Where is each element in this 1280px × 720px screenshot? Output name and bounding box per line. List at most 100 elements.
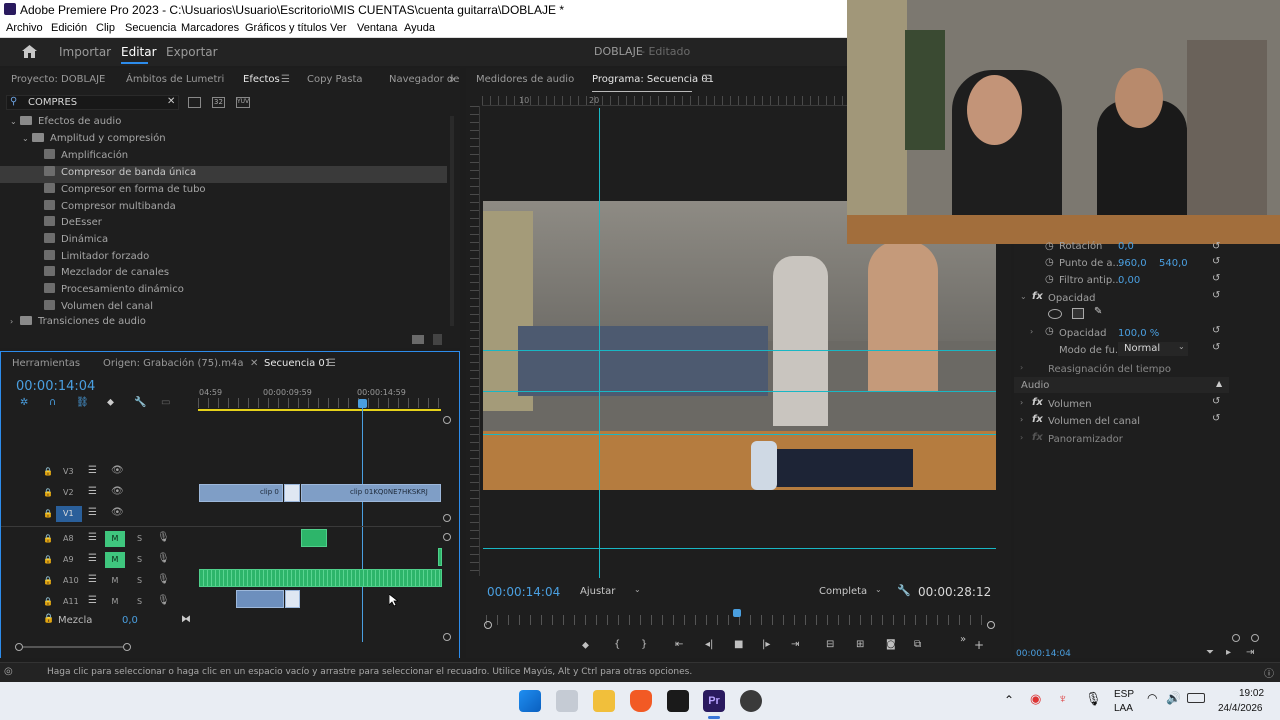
rectangle-mask-icon[interactable] <box>1072 308 1084 319</box>
audio-clip-a10[interactable] <box>199 569 442 587</box>
battery-icon[interactable] <box>1187 693 1205 703</box>
menu-secuencia[interactable]: Secuencia <box>125 22 176 34</box>
mute-button[interactable]: M <box>105 594 125 610</box>
audio-clip-a9[interactable] <box>438 548 442 566</box>
close-tab-icon[interactable]: ✕ <box>250 358 258 369</box>
keyboard-layout[interactable]: LAA <box>1114 703 1133 714</box>
ellipse-mask-icon[interactable] <box>1048 309 1062 319</box>
mix-value[interactable]: 0,0 <box>122 615 138 626</box>
lift-icon[interactable]: ⊟ <box>826 639 834 650</box>
tray-app-icon-2[interactable]: ♆ <box>1058 691 1068 706</box>
audio-clip-a11-b[interactable] <box>285 590 300 608</box>
effects-tree-item[interactable]: Procesamiento dinámico <box>0 283 447 300</box>
task-view-icon[interactable] <box>556 690 578 712</box>
reset-opacity-icon[interactable]: ↺ <box>1212 325 1220 336</box>
anchor-y-value[interactable]: 540,0 <box>1159 258 1188 269</box>
effects-tree-item[interactable]: Limitador forzado <box>0 249 447 267</box>
stopwatch-antiflicker-icon[interactable]: ◷ <box>1045 274 1054 285</box>
wifi-icon[interactable]: ◠ <box>1147 691 1157 705</box>
sequence-menu-icon[interactable]: ☰ <box>327 358 336 369</box>
reset-channel-volume-icon[interactable]: ↺ <box>1212 413 1220 424</box>
ec-scroll-circle-2[interactable] <box>1251 634 1259 642</box>
tab-copy-pasta[interactable]: Copy Pasta <box>307 74 363 85</box>
clock-time[interactable]: 19:02 <box>1239 688 1264 699</box>
scrubber-playhead-marker[interactable] <box>733 609 741 617</box>
effects-tree-item[interactable]: Compresor de banda única <box>0 166 447 184</box>
tab-audio-meters[interactable]: Medidores de audio <box>476 74 574 85</box>
antiflicker-value[interactable]: 0,00 <box>1118 275 1140 286</box>
info-icon[interactable]: ⓘ <box>1264 665 1274 680</box>
stopwatch-rotation-icon[interactable]: ◷ <box>1045 241 1054 252</box>
blend-mode-dropdown[interactable]: Normal ⌄ <box>1118 342 1188 356</box>
solo-button[interactable]: S <box>137 534 142 543</box>
track-name[interactable]: A11 <box>56 594 82 610</box>
anchor-x-value[interactable]: 960,0 <box>1118 258 1147 269</box>
chevron-icon[interactable]: ⌄ <box>10 117 20 126</box>
wrench-icon[interactable]: 🔧 <box>897 584 911 597</box>
language-code[interactable]: ESP <box>1114 689 1134 700</box>
h-scroll-right-circle[interactable] <box>123 643 131 651</box>
add-marker-icon[interactable]: ⬥ <box>582 640 589 651</box>
add-button-icon[interactable]: + <box>974 638 984 652</box>
eye-icon[interactable]: 👁 <box>111 465 124 476</box>
volume-expand-icon[interactable]: › <box>1020 398 1023 407</box>
clock-date[interactable]: 24/4/2026 <box>1218 703 1263 714</box>
yuv-filter-icon[interactable]: YUV <box>236 97 250 108</box>
effects-tree-item[interactable]: Amplificación <box>0 149 447 166</box>
solo-button[interactable]: S <box>137 597 142 606</box>
snap-insert-icon[interactable]: ✲ <box>20 397 28 408</box>
tab-effects[interactable]: Efectos <box>243 74 280 85</box>
v-scroll-mid-circle[interactable] <box>443 514 451 522</box>
clear-search-icon[interactable]: ✕ <box>167 96 175 107</box>
audio-clip-a11[interactable] <box>236 590 284 608</box>
reset-anchor-icon[interactable]: ↺ <box>1212 256 1220 267</box>
video-clip-2[interactable] <box>284 484 300 502</box>
speaker-icon[interactable]: 🔊 <box>1166 691 1181 705</box>
eye-icon[interactable]: 👁 <box>111 507 124 518</box>
fx-channel-volume-icon[interactable]: fx <box>1032 414 1043 425</box>
opacity-value[interactable]: 100,0 % <box>1118 328 1159 339</box>
tab-source[interactable]: Origen: Grabación (75).m4a <box>103 358 243 369</box>
tab-tools[interactable]: Herramientas <box>12 358 80 369</box>
delete-icon[interactable] <box>433 334 442 345</box>
solo-button[interactable]: S <box>137 576 142 585</box>
effects-tree-item[interactable]: ⌄ Efectos de audio <box>0 116 447 133</box>
home-icon[interactable] <box>22 45 37 58</box>
v-scroll-a-circle[interactable] <box>443 533 451 541</box>
solo-button[interactable]: S <box>137 555 142 564</box>
new-folder-icon[interactable] <box>412 335 424 344</box>
obs-icon[interactable] <box>740 690 762 712</box>
premiere-pro-icon[interactable]: Pr <box>703 690 725 712</box>
audio-clip-a8[interactable] <box>301 529 327 547</box>
brave-browser-icon[interactable] <box>630 690 652 712</box>
menu-ayuda[interactable]: Ayuda <box>404 22 435 34</box>
mute-button[interactable]: M <box>105 573 125 589</box>
menu-marcadores[interactable]: Marcadores <box>181 22 239 34</box>
mute-button[interactable]: M <box>105 552 125 568</box>
effects-tree-item[interactable]: Compresor en forma de tubo <box>0 182 447 200</box>
menu-graficos[interactable]: Gráficos y títulos <box>245 22 327 34</box>
timeline-timecode[interactable]: 00:00:14:04 <box>16 379 95 394</box>
effects-tree-item[interactable]: Compresor multibanda <box>0 199 447 217</box>
h-scrollbar[interactable] <box>23 646 123 648</box>
pen-mask-icon[interactable]: ✎ <box>1094 306 1102 317</box>
lock-icon[interactable]: 🔒 <box>43 576 53 585</box>
file-explorer-icon[interactable] <box>593 690 615 712</box>
scrubber-start-circle[interactable] <box>484 621 492 629</box>
v-scroll-bottom-circle[interactable] <box>443 633 451 641</box>
reset-blend-icon[interactable]: ↺ <box>1212 342 1220 353</box>
mark-in-icon[interactable]: { <box>614 639 620 650</box>
mix-pan-icon[interactable]: ⧓ <box>181 614 191 625</box>
lock-icon[interactable]: 🔒 <box>43 467 53 476</box>
tab-project[interactable]: Proyecto: DOBLAJE <box>11 74 105 85</box>
track-name[interactable]: V1 <box>56 506 82 522</box>
sync-lock-icon[interactable]: ☰ <box>88 465 97 476</box>
eye-icon[interactable]: 👁 <box>111 486 124 497</box>
h-scroll-left-circle[interactable] <box>15 643 23 651</box>
compare-icon[interactable]: ⧉ <box>914 639 921 650</box>
new-bin-icon[interactable] <box>188 97 201 108</box>
rotation-value[interactable]: 0,0 <box>1118 241 1134 252</box>
effects-tree-item[interactable]: DeEsser <box>0 216 447 233</box>
reset-volume-icon[interactable]: ↺ <box>1212 396 1220 407</box>
play-audio-icon[interactable]: ▸ <box>1226 647 1231 658</box>
